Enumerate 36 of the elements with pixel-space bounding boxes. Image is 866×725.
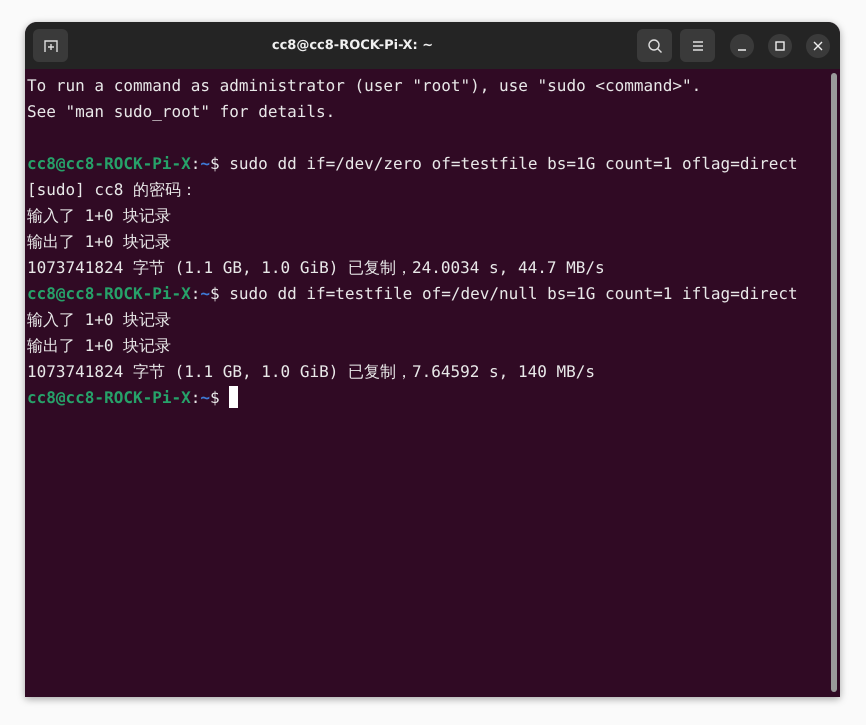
prompt-symbol: $ [210, 284, 220, 303]
prompt-symbol: $ [210, 388, 220, 407]
output-line: 输出了 1+0 块记录 [27, 232, 172, 251]
prompt-user-host: cc8@cc8-ROCK-Pi-X [27, 388, 191, 407]
prompt-symbol: $ [210, 154, 220, 173]
minimize-icon [738, 48, 746, 50]
search-icon [646, 38, 662, 54]
minimize-button[interactable] [730, 34, 754, 58]
prompt-path: ~ [200, 284, 210, 303]
maximize-button[interactable] [768, 34, 792, 58]
command-text: sudo dd if=testfile of=/dev/null bs=1G count=1 iflag=direct [229, 284, 798, 303]
prompt-separator: : [190, 388, 200, 407]
output-line: See "man sudo_root" for details. [27, 102, 336, 121]
prompt-user-host: cc8@cc8-ROCK-Pi-X [27, 284, 191, 303]
new-tab-button[interactable] [33, 29, 68, 62]
new-tab-icon [42, 38, 58, 54]
output-line: 输入了 1+0 块记录 [27, 310, 172, 329]
prompt-path: ~ [200, 154, 210, 173]
output-line: To run a command as administrator (user "root"), use "sudo <command>". [27, 76, 702, 95]
scrollbar[interactable] [831, 73, 837, 692]
output-line: 1073741824 字节 (1.1 GB, 1.0 GiB) 已复制，7.64592 s, 140 MB/s [27, 362, 596, 381]
prompt-separator: : [190, 154, 200, 173]
window-title: cc8@cc8-ROCK-Pi-X: ~ [270, 38, 434, 53]
search-button[interactable] [637, 29, 672, 62]
maximize-icon [775, 40, 785, 50]
close-button[interactable] [806, 34, 830, 58]
output-line: [sudo] cc8 的密码： [27, 180, 197, 199]
prompt-separator: : [190, 284, 200, 303]
output-line: 1073741824 字节 (1.1 GB, 1.0 GiB) 已复制，24.0034 s, 44.7 MB/s [27, 258, 605, 277]
output-line: 输出了 1+0 块记录 [27, 336, 172, 355]
output-line: 输入了 1+0 块记录 [27, 206, 172, 225]
prompt-path: ~ [200, 388, 210, 407]
menu-button[interactable] [680, 29, 715, 62]
close-icon [813, 40, 823, 50]
prompt-user-host: cc8@cc8-ROCK-Pi-X [27, 154, 191, 173]
command-text: sudo dd if=/dev/zero of=testfile bs=1G count=1 oflag=direct [229, 154, 798, 173]
